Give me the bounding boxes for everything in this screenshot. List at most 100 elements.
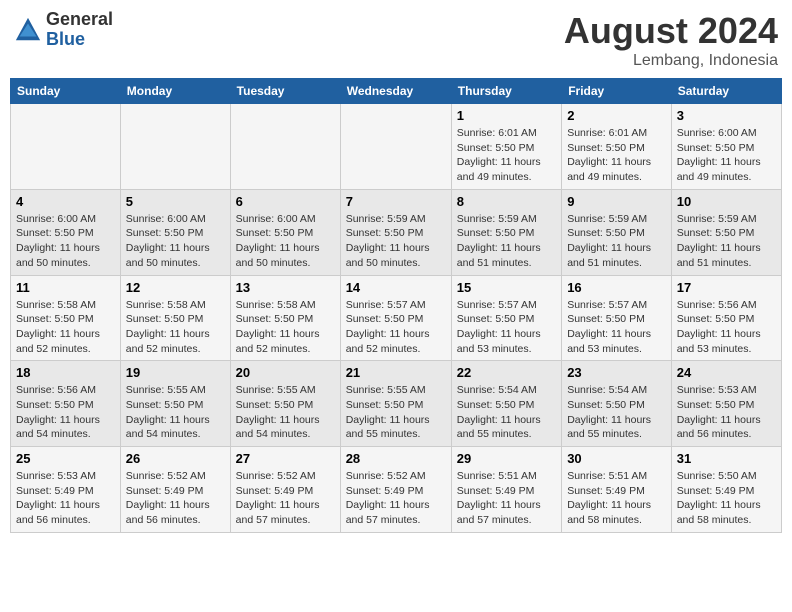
day-info: Sunrise: 5:59 AM Sunset: 5:50 PM Dayligh… [567,212,666,271]
page-header: General Blue August 2024 Lembang, Indone… [10,10,782,70]
calendar-week-row: 25 Sunrise: 5:53 AM Sunset: 5:49 PM Dayli… [11,447,782,533]
calendar-cell: 20 Sunrise: 5:55 AM Sunset: 5:50 PM Dayli… [230,361,340,447]
calendar-cell: 9 Sunrise: 5:59 AM Sunset: 5:50 PM Daylig… [562,189,672,275]
day-number: 18 [16,365,115,380]
calendar-cell: 18 Sunrise: 5:56 AM Sunset: 5:50 PM Dayli… [11,361,121,447]
calendar-cell: 29 Sunrise: 5:51 AM Sunset: 5:49 PM Dayli… [451,447,561,533]
day-info: Sunrise: 6:00 AM Sunset: 5:50 PM Dayligh… [126,212,225,271]
day-number: 27 [236,451,335,466]
day-number: 19 [126,365,225,380]
day-number: 22 [457,365,556,380]
title-block: August 2024 Lembang, Indonesia [564,10,778,70]
calendar-cell: 25 Sunrise: 5:53 AM Sunset: 5:49 PM Dayli… [11,447,121,533]
calendar-cell: 7 Sunrise: 5:59 AM Sunset: 5:50 PM Daylig… [340,189,451,275]
day-number: 31 [677,451,776,466]
day-number: 13 [236,280,335,295]
day-number: 5 [126,194,225,209]
column-header-saturday: Saturday [671,79,781,104]
day-info: Sunrise: 5:54 AM Sunset: 5:50 PM Dayligh… [457,383,556,442]
calendar-week-row: 18 Sunrise: 5:56 AM Sunset: 5:50 PM Dayli… [11,361,782,447]
calendar-cell: 11Sunrise: 5:58 AM Sunset: 5:50 PM Dayli… [11,275,121,361]
day-number: 7 [346,194,446,209]
day-number: 9 [567,194,666,209]
day-number: 11 [16,280,115,295]
calendar-cell: 4 Sunrise: 6:00 AM Sunset: 5:50 PM Daylig… [11,189,121,275]
calendar-cell: 19 Sunrise: 5:55 AM Sunset: 5:50 PM Dayli… [120,361,230,447]
day-number: 12 [126,280,225,295]
logo-icon [14,16,42,44]
calendar-cell: 6 Sunrise: 6:00 AM Sunset: 5:50 PM Daylig… [230,189,340,275]
calendar-cell [340,104,451,190]
calendar-cell: 24Sunrise: 5:53 AM Sunset: 5:50 PM Dayli… [671,361,781,447]
calendar-cell: 12Sunrise: 5:58 AM Sunset: 5:50 PM Dayli… [120,275,230,361]
day-info: Sunrise: 5:53 AM Sunset: 5:49 PM Dayligh… [16,469,115,528]
calendar-cell: 16 Sunrise: 5:57 AM Sunset: 5:50 PM Dayli… [562,275,672,361]
logo-text: General Blue [46,10,113,50]
calendar-cell: 17 Sunrise: 5:56 AM Sunset: 5:50 PM Dayli… [671,275,781,361]
day-number: 30 [567,451,666,466]
calendar-cell [230,104,340,190]
calendar-header-row: SundayMondayTuesdayWednesdayThursdayFrid… [11,79,782,104]
day-number: 4 [16,194,115,209]
day-info: Sunrise: 5:55 AM Sunset: 5:50 PM Dayligh… [346,383,446,442]
calendar-location: Lembang, Indonesia [564,52,778,70]
column-header-monday: Monday [120,79,230,104]
logo: General Blue [14,10,113,50]
day-info: Sunrise: 6:00 AM Sunset: 5:50 PM Dayligh… [677,126,776,185]
day-info: Sunrise: 5:50 AM Sunset: 5:49 PM Dayligh… [677,469,776,528]
calendar-week-row: 4 Sunrise: 6:00 AM Sunset: 5:50 PM Daylig… [11,189,782,275]
day-number: 29 [457,451,556,466]
calendar-cell: 26Sunrise: 5:52 AM Sunset: 5:49 PM Dayli… [120,447,230,533]
day-info: Sunrise: 5:52 AM Sunset: 5:49 PM Dayligh… [346,469,446,528]
logo-blue-text: Blue [46,30,113,50]
day-number: 8 [457,194,556,209]
day-info: Sunrise: 5:55 AM Sunset: 5:50 PM Dayligh… [126,383,225,442]
day-number: 2 [567,108,666,123]
day-number: 1 [457,108,556,123]
day-number: 25 [16,451,115,466]
day-info: Sunrise: 5:58 AM Sunset: 5:50 PM Dayligh… [236,298,335,357]
calendar-cell: 10 Sunrise: 5:59 AM Sunset: 5:50 PM Dayli… [671,189,781,275]
calendar-cell: 8 Sunrise: 5:59 AM Sunset: 5:50 PM Daylig… [451,189,561,275]
calendar-table: SundayMondayTuesdayWednesdayThursdayFrid… [10,78,782,533]
day-number: 24 [677,365,776,380]
calendar-title: August 2024 [564,10,778,52]
calendar-cell: 22 Sunrise: 5:54 AM Sunset: 5:50 PM Dayli… [451,361,561,447]
day-number: 20 [236,365,335,380]
day-info: Sunrise: 6:00 AM Sunset: 5:50 PM Dayligh… [16,212,115,271]
calendar-cell: 28 Sunrise: 5:52 AM Sunset: 5:49 PM Dayli… [340,447,451,533]
day-info: Sunrise: 6:01 AM Sunset: 5:50 PM Dayligh… [457,126,556,185]
day-number: 28 [346,451,446,466]
day-number: 3 [677,108,776,123]
day-info: Sunrise: 5:51 AM Sunset: 5:49 PM Dayligh… [567,469,666,528]
day-info: Sunrise: 5:55 AM Sunset: 5:50 PM Dayligh… [236,383,335,442]
day-info: Sunrise: 5:59 AM Sunset: 5:50 PM Dayligh… [346,212,446,271]
calendar-cell [11,104,121,190]
calendar-cell: 14Sunrise: 5:57 AM Sunset: 5:50 PM Dayli… [340,275,451,361]
day-info: Sunrise: 5:57 AM Sunset: 5:50 PM Dayligh… [567,298,666,357]
calendar-cell: 23Sunrise: 5:54 AM Sunset: 5:50 PM Dayli… [562,361,672,447]
calendar-cell: 5 Sunrise: 6:00 AM Sunset: 5:50 PM Daylig… [120,189,230,275]
day-number: 10 [677,194,776,209]
column-header-friday: Friday [562,79,672,104]
calendar-cell: 27 Sunrise: 5:52 AM Sunset: 5:49 PM Dayli… [230,447,340,533]
calendar-cell: 30 Sunrise: 5:51 AM Sunset: 5:49 PM Dayli… [562,447,672,533]
day-info: Sunrise: 5:59 AM Sunset: 5:50 PM Dayligh… [677,212,776,271]
day-number: 21 [346,365,446,380]
calendar-cell: 2Sunrise: 6:01 AM Sunset: 5:50 PM Daylig… [562,104,672,190]
calendar-cell: 31 Sunrise: 5:50 AM Sunset: 5:49 PM Dayli… [671,447,781,533]
column-header-tuesday: Tuesday [230,79,340,104]
day-number: 6 [236,194,335,209]
day-number: 23 [567,365,666,380]
calendar-cell: 21 Sunrise: 5:55 AM Sunset: 5:50 PM Dayli… [340,361,451,447]
day-info: Sunrise: 5:52 AM Sunset: 5:49 PM Dayligh… [236,469,335,528]
day-info: Sunrise: 5:56 AM Sunset: 5:50 PM Dayligh… [677,298,776,357]
day-info: Sunrise: 5:56 AM Sunset: 5:50 PM Dayligh… [16,383,115,442]
calendar-cell: 3 Sunrise: 6:00 AM Sunset: 5:50 PM Daylig… [671,104,781,190]
day-info: Sunrise: 5:51 AM Sunset: 5:49 PM Dayligh… [457,469,556,528]
day-number: 16 [567,280,666,295]
day-number: 17 [677,280,776,295]
calendar-cell: 15Sunrise: 5:57 AM Sunset: 5:50 PM Dayli… [451,275,561,361]
day-info: Sunrise: 5:59 AM Sunset: 5:50 PM Dayligh… [457,212,556,271]
day-info: Sunrise: 6:00 AM Sunset: 5:50 PM Dayligh… [236,212,335,271]
